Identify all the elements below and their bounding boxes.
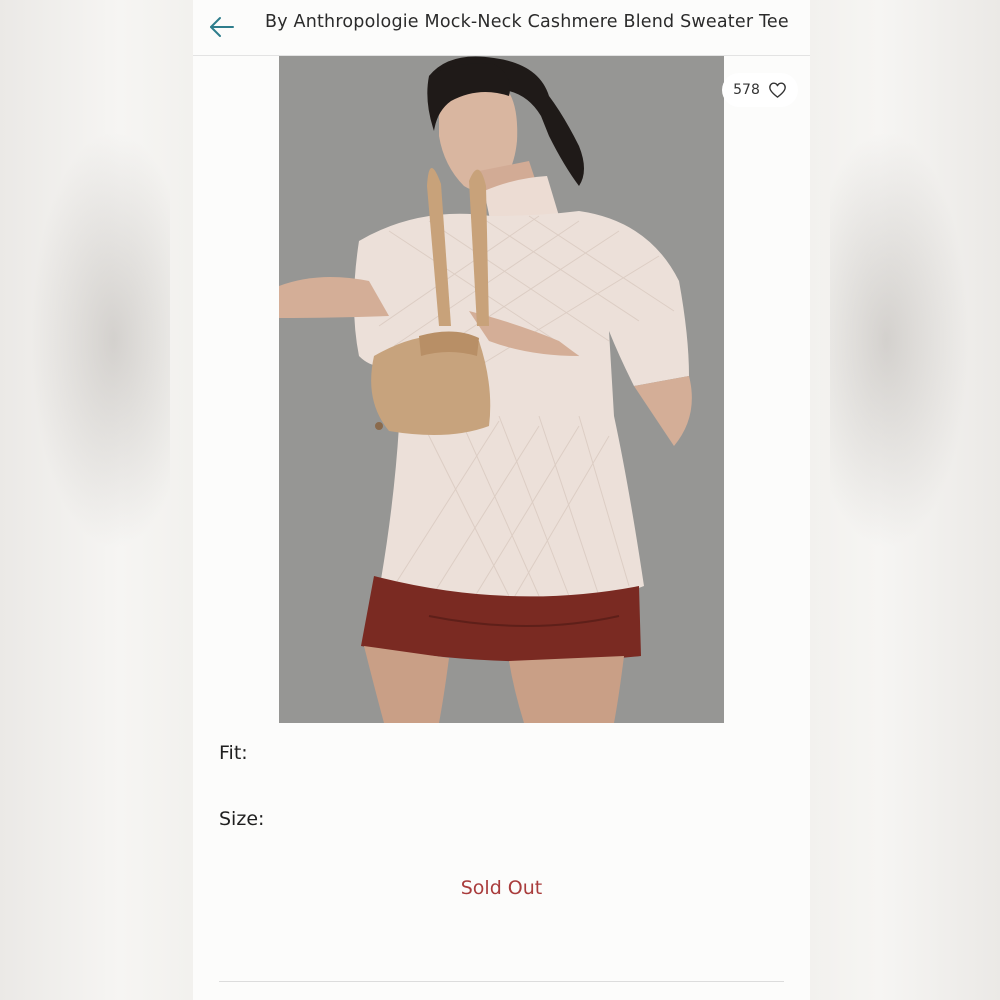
backdrop-blur-left	[30, 130, 170, 550]
heart-icon	[768, 82, 786, 98]
backdrop-blur-right	[830, 130, 970, 550]
product-image[interactable]	[279, 56, 724, 723]
page-title: By Anthropologie Mock-Neck Cashmere Blen…	[265, 12, 789, 32]
back-button[interactable]	[207, 12, 237, 42]
back-arrow-icon	[210, 17, 234, 37]
product-photo-illustration	[279, 56, 724, 723]
like-count: 578	[733, 82, 760, 98]
product-page: By Anthropologie Mock-Neck Cashmere Blen…	[193, 0, 810, 1000]
page-header: By Anthropologie Mock-Neck Cashmere Blen…	[193, 0, 810, 56]
sold-out-status: Sold Out	[460, 877, 543, 899]
divider	[219, 981, 784, 982]
like-button[interactable]: 578	[722, 73, 798, 107]
fit-label: Fit:	[219, 742, 248, 764]
size-label: Size:	[219, 808, 265, 830]
